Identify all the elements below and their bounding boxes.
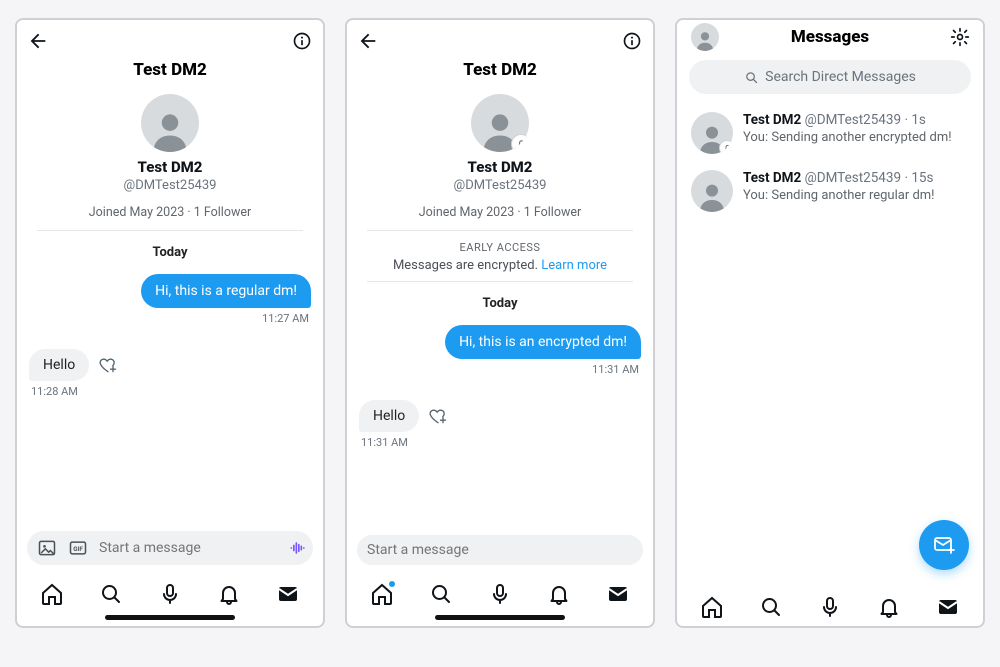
nav-search-icon[interactable] <box>428 581 454 607</box>
thread: Test DM2 @DMTest25439 Joined May 2023 · … <box>347 90 653 527</box>
image-icon[interactable] <box>37 538 57 558</box>
composer: GIF <box>17 523 323 573</box>
voice-wave-icon[interactable] <box>288 538 308 558</box>
nav-messages-icon[interactable] <box>275 581 301 607</box>
conversation-preview: You: Sending another regular dm! <box>743 188 935 203</box>
notice-text: Messages are encrypted. <box>393 258 538 273</box>
message-timestamp: 11:31 AM <box>592 363 639 376</box>
lock-badge-icon <box>511 134 529 152</box>
avatar-icon <box>141 94 199 152</box>
avatar-icon <box>471 94 529 152</box>
nav-search-icon[interactable] <box>98 581 124 607</box>
lock-badge-icon <box>719 140 733 154</box>
message-outgoing[interactable]: Hi, this is a regular dm! 11:27 AM <box>29 274 311 325</box>
topbar <box>347 20 653 54</box>
phone-messages-list: Messages Search Direct Messages Test DM2… <box>675 18 985 628</box>
nav-home-icon[interactable] <box>369 581 395 607</box>
nav-messages-icon[interactable] <box>605 581 631 607</box>
nav-bell-icon[interactable] <box>546 581 572 607</box>
topbar <box>17 20 323 54</box>
nav-home-icon[interactable] <box>699 594 725 620</box>
conversation-handle: @DMTest25439 <box>805 170 901 186</box>
conversation-title: Test DM2 <box>347 54 653 90</box>
back-arrow-icon[interactable] <box>357 30 379 52</box>
message-outgoing[interactable]: Hi, this is an encrypted dm! 11:31 AM <box>359 325 641 376</box>
notification-dot <box>389 581 395 587</box>
profile-handle: @DMTest25439 <box>454 178 547 193</box>
react-heart-icon[interactable] <box>97 354 119 376</box>
profile-name: Test DM2 <box>138 158 203 176</box>
composer-input-wrap[interactable]: GIF <box>27 531 313 565</box>
titlebar: Messages <box>677 20 983 54</box>
page-title: Messages <box>791 27 869 47</box>
nav-mic-icon[interactable] <box>157 581 183 607</box>
nav-bell-icon[interactable] <box>216 581 242 607</box>
message-incoming[interactable]: Hello 11:31 AM <box>359 400 641 449</box>
conversation-row[interactable]: Test DM2 @DMTest25439 · 15s You: Sending… <box>677 162 983 220</box>
conversation-row[interactable]: Test DM2 @DMTest25439 · 1s You: Sending … <box>677 104 983 162</box>
conversation-list: Test DM2 @DMTest25439 · 1s You: Sending … <box>677 104 983 586</box>
nav-mic-icon[interactable] <box>487 581 513 607</box>
gif-icon[interactable]: GIF <box>68 538 88 558</box>
message-bubble: Hello <box>359 400 419 432</box>
composer <box>347 527 653 573</box>
composer-input[interactable] <box>99 540 277 556</box>
notice-eyebrow: EARLY ACCESS <box>381 241 619 254</box>
conversation-age: 1s <box>911 112 926 128</box>
search-input[interactable]: Search Direct Messages <box>689 60 971 94</box>
message-timestamp: 11:28 AM <box>31 385 78 398</box>
profile-meta: Joined May 2023 · 1 Follower <box>419 205 581 220</box>
info-icon[interactable] <box>291 30 313 52</box>
profile-header[interactable]: Test DM2 @DMTest25439 Joined May 2023 · … <box>367 90 633 231</box>
info-icon[interactable] <box>621 30 643 52</box>
composer-input[interactable] <box>367 542 633 558</box>
message-timestamp: 11:31 AM <box>361 436 408 449</box>
back-arrow-icon[interactable] <box>27 30 49 52</box>
nav-bell-icon[interactable] <box>876 594 902 620</box>
message-timestamp: 11:27 AM <box>262 312 309 325</box>
home-indicator <box>105 615 235 620</box>
search-placeholder: Search Direct Messages <box>765 69 916 85</box>
new-message-fab[interactable] <box>919 520 969 570</box>
bottom-nav <box>347 573 653 613</box>
home-indicator <box>435 615 565 620</box>
search-icon <box>744 70 759 85</box>
message-bubble: Hello <box>29 349 89 381</box>
nav-mic-icon[interactable] <box>817 594 843 620</box>
account-avatar-icon[interactable] <box>691 23 719 51</box>
phone-regular-dm: Test DM2 Test DM2 @DMTest25439 Joined Ma… <box>15 18 325 628</box>
settings-gear-icon[interactable] <box>949 26 971 48</box>
message-bubble: Hi, this is an encrypted dm! <box>445 325 641 359</box>
thread: Test DM2 @DMTest25439 Joined May 2023 · … <box>17 90 323 523</box>
search-wrap: Search Direct Messages <box>677 54 983 104</box>
profile-name: Test DM2 <box>468 158 533 176</box>
day-separator: Today <box>27 231 313 270</box>
conversation-title: Test DM2 <box>17 54 323 90</box>
profile-meta: Joined May 2023 · 1 Follower <box>89 205 251 220</box>
message-incoming[interactable]: Hello 11:28 AM <box>29 349 311 398</box>
bottom-nav <box>677 586 983 626</box>
avatar-icon <box>691 170 733 212</box>
conversation-age: 15s <box>911 170 933 186</box>
message-bubble: Hi, this is a regular dm! <box>141 274 311 308</box>
conversation-handle: @DMTest25439 <box>805 112 901 128</box>
react-heart-icon[interactable] <box>427 405 449 427</box>
nav-home-icon[interactable] <box>39 581 65 607</box>
profile-handle: @DMTest25439 <box>124 178 217 193</box>
bottom-nav <box>17 573 323 613</box>
learn-more-link[interactable]: Learn more <box>541 258 607 273</box>
conversation-name: Test DM2 <box>743 112 801 128</box>
composer-input-wrap[interactable] <box>357 535 643 565</box>
day-separator: Today <box>357 282 643 321</box>
conversation-preview: You: Sending another encrypted dm! <box>743 130 952 145</box>
conversation-name: Test DM2 <box>743 170 801 186</box>
nav-search-icon[interactable] <box>758 594 784 620</box>
svg-text:GIF: GIF <box>73 545 83 553</box>
nav-messages-icon[interactable] <box>935 594 961 620</box>
phone-encrypted-dm: Test DM2 Test DM2 @DMTest25439 Joined Ma… <box>345 18 655 628</box>
avatar-icon <box>691 112 733 154</box>
encryption-notice: EARLY ACCESS Messages are encrypted. Lea… <box>367 231 633 282</box>
profile-header[interactable]: Test DM2 @DMTest25439 Joined May 2023 · … <box>37 90 303 231</box>
